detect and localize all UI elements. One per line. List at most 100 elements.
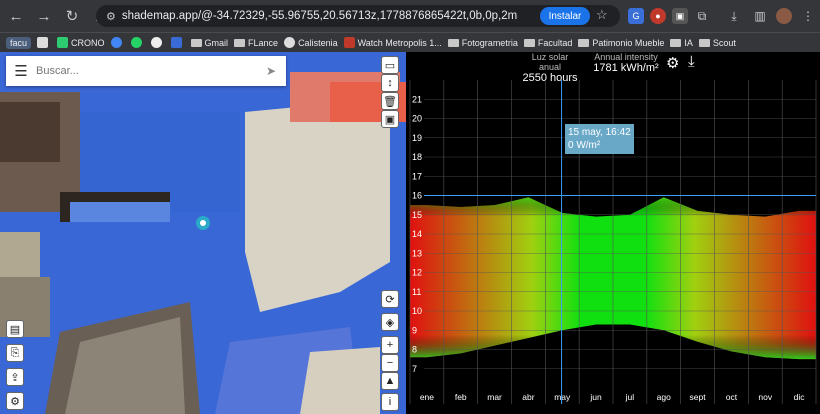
hour-tick-label: 10 xyxy=(412,306,422,316)
hour-tick-label: 11 xyxy=(412,287,421,297)
bookmark-calistenia[interactable]: Calistenia xyxy=(284,37,338,48)
month-tick-label: abr xyxy=(522,392,534,402)
bookmarks-bar: facu CRONO Gmail FLance Calistenia Watch… xyxy=(0,32,820,52)
month-tick-label: ago xyxy=(657,392,671,402)
download-icon[interactable]: ⤓ xyxy=(726,8,742,24)
hour-tick-label: 19 xyxy=(412,133,422,143)
month-tick-label: jun xyxy=(589,392,602,402)
share-icon[interactable]: ⇪ xyxy=(6,368,24,386)
bookmark-label: Gmail xyxy=(204,37,229,48)
hamburger-menu-icon[interactable]: ☰ xyxy=(6,62,36,80)
hour-tick-label: 8 xyxy=(412,345,417,355)
install-app-button[interactable]: Instalar xyxy=(540,7,590,25)
bookmark-label: Scout xyxy=(712,37,736,48)
bookmark-facu[interactable]: facu xyxy=(6,36,32,49)
bookmark-flance[interactable]: FLance xyxy=(234,38,278,48)
zoom-out-icon[interactable]: − xyxy=(381,354,399,372)
reload-icon[interactable]: ↻ xyxy=(60,4,84,28)
open-folder-icon[interactable]: ▤ xyxy=(6,320,24,338)
polygon-tool-icon[interactable]: ▭ xyxy=(381,56,399,74)
settings-gear-icon[interactable]: ⚙ xyxy=(6,392,24,410)
sidebar-icon[interactable]: ▥ xyxy=(752,8,768,24)
bookmark-fotogrametria[interactable]: Fotogrametria xyxy=(447,37,518,48)
url-text: shademap.app/@-34.72329,-55.96755,20.567… xyxy=(121,10,518,22)
record-extension-icon[interactable]: ● xyxy=(650,8,666,24)
satellite-map[interactable]: ☰ ➤ ▭ ↕ 🗑 ▣ ▤ ⎘ ⇪ ⚙ ⟳ ◈ + − ▲ i xyxy=(0,52,406,414)
month-tick-label: jul xyxy=(625,392,635,402)
extensions-puzzle-icon[interactable]: ⧉ xyxy=(694,8,710,24)
bookmark-scout[interactable]: Scout xyxy=(698,37,736,48)
hour-tick-label: 12 xyxy=(412,268,422,278)
save-tool-icon[interactable]: ▣ xyxy=(381,110,399,128)
month-tick-label: mar xyxy=(487,392,502,402)
site-info-icon[interactable]: ⚙ xyxy=(106,10,116,23)
month-tick-label: dic xyxy=(794,392,806,402)
whatsapp-icon[interactable] xyxy=(130,37,145,48)
navigate-arrow-icon[interactable]: ➤ xyxy=(266,64,276,78)
bookmark-facultad[interactable]: Facultad xyxy=(523,37,573,48)
annual-intensity-label: Annual intensity xyxy=(594,52,658,62)
hour-tick-label: 13 xyxy=(412,248,422,258)
hour-tick-label: 7 xyxy=(412,364,417,374)
settings-gear-icon[interactable]: ⚙ xyxy=(666,54,679,72)
month-tick-label: feb xyxy=(455,392,467,402)
search-input[interactable] xyxy=(36,65,256,77)
bookmark-gmail[interactable]: Gmail xyxy=(190,37,229,48)
bookmark-label: Calistenia xyxy=(298,37,338,48)
bookmark-star-icon[interactable]: ☆ xyxy=(596,7,608,23)
import-file-icon[interactable]: ⎘ xyxy=(6,344,24,362)
hour-tick-label: 16 xyxy=(412,191,422,201)
bookmark-patimonio-mueble[interactable]: Patimonio Mueble xyxy=(578,38,664,48)
bookmark-ia[interactable]: IA xyxy=(670,38,693,48)
rotate-3d-icon[interactable]: ⟳ xyxy=(381,290,399,308)
bookmark-icon-6[interactable] xyxy=(170,37,185,48)
download-icon[interactable]: ⤓ xyxy=(688,53,695,70)
layers-icon[interactable]: ◈ xyxy=(381,313,399,331)
bookmark-watch-metropolis[interactable]: Watch Metropolis 1... xyxy=(343,37,442,48)
map-imagery xyxy=(0,52,406,414)
month-tick-label: sept xyxy=(690,392,707,402)
back-icon[interactable]: ← xyxy=(4,4,28,28)
bookmark-label: FLance xyxy=(248,37,279,48)
hour-tick-label: 17 xyxy=(412,171,422,181)
bookmark-label: Fotogrametria xyxy=(461,37,518,48)
month-tick-label: ene xyxy=(420,392,434,402)
browser-toolbar: ← → ↻ ⌂ ⚙ shademap.app/@-34.72329,-55.96… xyxy=(0,0,820,32)
forward-icon[interactable]: → xyxy=(32,4,56,28)
hour-tick-label: 9 xyxy=(412,325,417,335)
bookmark-label: CRONO xyxy=(71,37,105,48)
zoom-in-icon[interactable]: + xyxy=(381,336,399,354)
hour-tick-label: 20 xyxy=(412,114,422,124)
annual-intensity: Annual intensity 1781 kWh/m² xyxy=(591,52,661,74)
extension-icon[interactable]: ▣ xyxy=(672,8,688,24)
bookmark-label: Patimonio Mueble xyxy=(592,37,665,48)
info-icon[interactable]: i xyxy=(381,393,399,411)
bookmark-icon-5[interactable] xyxy=(150,37,165,48)
translate-extension-icon[interactable]: G xyxy=(628,8,644,24)
tooltip-irradiance: 0 W/m² xyxy=(568,140,601,151)
annual-intensity-value: 1781 kWh/m² xyxy=(593,62,659,74)
bookmark-label: Watch Metropolis 1... xyxy=(357,37,442,48)
month-tick-label: oct xyxy=(726,392,738,402)
bookmark-label: facu xyxy=(10,37,28,48)
cursor-tooltip: 15 may, 16:42 0 W/m² xyxy=(565,124,634,154)
month-tick-label: nov xyxy=(758,392,772,402)
hour-tick-label: 18 xyxy=(412,152,422,162)
hour-tick-label: 21 xyxy=(412,94,422,104)
tooltip-date: 15 may, 16:42 xyxy=(568,127,631,138)
menu-kebab-icon[interactable]: ⋮ xyxy=(800,8,816,24)
bookmark-icon-1[interactable] xyxy=(37,37,51,48)
bookmark-label: IA xyxy=(684,37,693,48)
compass-icon[interactable]: ▲ xyxy=(381,372,399,390)
height-tool-icon[interactable]: ↕ xyxy=(381,74,399,92)
profile-avatar[interactable] xyxy=(776,8,792,24)
bookmark-icon-3[interactable] xyxy=(110,37,125,48)
delete-tool-icon[interactable]: 🗑 xyxy=(381,92,399,110)
month-tick-label: may xyxy=(554,392,571,402)
bookmark-label: Facultad xyxy=(537,37,573,48)
bookmark-crono[interactable]: CRONO xyxy=(57,37,105,48)
search-box: ☰ ➤ xyxy=(6,56,286,86)
hour-tick-label: 15 xyxy=(412,210,422,220)
solar-panel: Luz solar anual 2550 hours Annual intens… xyxy=(406,52,820,414)
hour-tick-label: 14 xyxy=(412,229,422,239)
